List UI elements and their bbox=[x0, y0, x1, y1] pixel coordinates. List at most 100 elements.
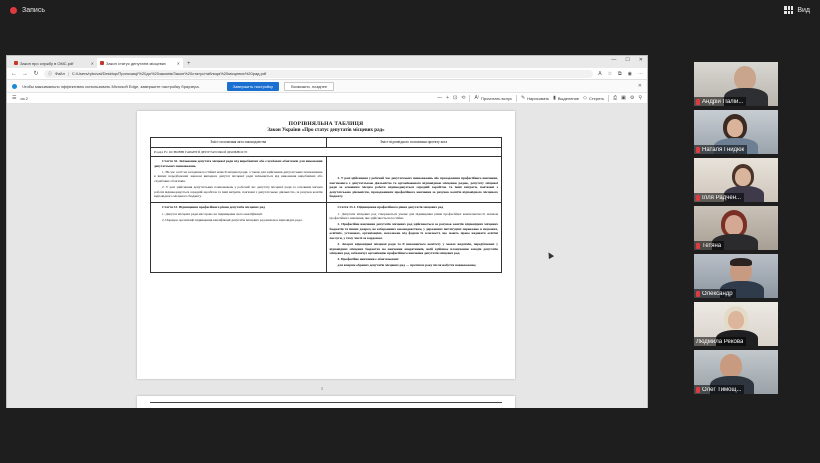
tab-title: Закон статус депутатів місцевих bbox=[106, 60, 166, 66]
table-row: Стаття 33. Підвищення професійного рівня… bbox=[150, 202, 502, 273]
article-heading: Стаття 33. Підвищення професійного рівня… bbox=[162, 205, 265, 210]
address-input[interactable]: ⓘ Файл | C:/Users/ryboval/Desktop/Пропоз… bbox=[44, 69, 594, 78]
participant-name-bar: Андрій Палій... bbox=[694, 97, 747, 106]
paragraph: 2. У разі здійснення у робочий час депут… bbox=[329, 175, 499, 199]
section-title: Розділ IV. ОСНОВНІ ГАРАНТІЇ ДЕПУТАТСЬКОЇ… bbox=[150, 146, 502, 158]
finish-setup-button[interactable]: Завершить настройку bbox=[226, 81, 280, 91]
print-icon[interactable]: ⎙ bbox=[613, 95, 617, 101]
meeting-window: Запись Вид Закон про службу в ОМС.pdf ✕ … bbox=[0, 0, 820, 463]
read-aloud-label: Прочитать вслух bbox=[481, 95, 512, 101]
paragraph: для вперше обраних депутатів місцевих ра… bbox=[337, 263, 477, 268]
participants-panel: Андрій Палій... Наталя Гнидюк Ілля Радче… bbox=[694, 62, 778, 398]
read-aloud-icon: A⁾ bbox=[474, 95, 480, 101]
close-tab-icon[interactable]: ✕ bbox=[91, 61, 94, 66]
url-text: C:/Users/ryboval/Desktop/Пропозиції%20до… bbox=[71, 71, 267, 76]
record-label: Запись bbox=[22, 7, 45, 14]
article-heading: Стаття 32. Звільнення депутата місцевої … bbox=[154, 159, 323, 168]
draw-button[interactable]: ✎ Нарисовать bbox=[521, 95, 549, 101]
paragraph: 3. Апарат відповідної місцевої ради та ї… bbox=[329, 242, 499, 256]
participant-name: Ілля Радчен... bbox=[702, 194, 742, 201]
read-aloud-button[interactable]: A⁾ Прочитать вслух bbox=[474, 95, 512, 101]
zoom-in-icon[interactable]: + bbox=[446, 95, 449, 101]
participant-tile[interactable]: Ілля Радчен... bbox=[694, 158, 778, 202]
comparison-table: Зміст положення акта законодавства Зміст… bbox=[150, 137, 502, 273]
settings-icon[interactable]: ⚙ bbox=[630, 95, 634, 101]
erase-button[interactable]: ◇ Стереть bbox=[583, 95, 604, 101]
setup-notification-bar: Чтобы максимально эффективно использоват… bbox=[7, 80, 647, 93]
rotate-icon[interactable]: ⟲ bbox=[461, 95, 465, 101]
participant-tile[interactable]: Людмила Рекова bbox=[694, 302, 778, 346]
browser-tab-active[interactable]: Закон статус депутатів місцевих ✕ bbox=[97, 58, 183, 68]
participant-tile[interactable]: Олег Тимощ... bbox=[694, 350, 778, 394]
participant-name-bar: Тетяна bbox=[694, 241, 725, 250]
participant-tile[interactable]: Андрій Палій... bbox=[694, 62, 778, 106]
participant-name-bar: Наталя Гнидюк bbox=[694, 145, 748, 154]
paragraph: 1. Депутати місцевих рад створюються умо… bbox=[329, 211, 499, 221]
back-icon[interactable]: ← bbox=[11, 71, 17, 77]
highlight-button[interactable]: ▮ Выделение bbox=[553, 95, 579, 101]
participant-name-bar: Олег Тимощ... bbox=[694, 385, 745, 394]
edge-icon bbox=[12, 83, 17, 89]
mic-muted-icon bbox=[696, 98, 700, 105]
maximize-icon[interactable]: ☐ bbox=[625, 57, 629, 63]
later-button[interactable]: Возможно, позднее bbox=[284, 81, 335, 91]
pin-icon[interactable]: ⚲ bbox=[638, 95, 642, 101]
participant-tile-active-speaker[interactable]: Наталя Гнидюк bbox=[694, 110, 778, 154]
fit-page-icon[interactable]: ⊡ bbox=[453, 95, 457, 101]
table-row: Стаття 32. Звільнення депутата місцевої … bbox=[150, 156, 502, 204]
paragraph: 1. На час сесії чи засідання постійної к… bbox=[154, 169, 323, 184]
favorite-icon[interactable]: ☆ bbox=[608, 71, 612, 77]
participant-name-bar: Людмила Рекова bbox=[694, 337, 747, 346]
forward-icon[interactable]: → bbox=[22, 71, 28, 77]
shared-screen-browser: Закон про службу в ОМС.pdf ✕ Закон стату… bbox=[6, 55, 648, 408]
more-icon[interactable]: ⋯ bbox=[638, 71, 643, 77]
contents-icon[interactable]: ☰ bbox=[12, 95, 16, 101]
participant-name-bar: Ілля Радчен... bbox=[694, 193, 745, 202]
pdf-icon bbox=[100, 61, 104, 65]
close-notification-icon[interactable]: ✕ bbox=[638, 83, 642, 89]
zoom-out-icon[interactable]: — bbox=[437, 95, 442, 101]
browser-tab-strip: Закон про службу в ОМС.pdf ✕ Закон стату… bbox=[7, 56, 647, 68]
recording-indicator[interactable]: Запись bbox=[10, 7, 45, 14]
refresh-icon[interactable]: ↻ bbox=[33, 70, 39, 77]
highlight-icon: ▮ bbox=[553, 95, 556, 101]
profile-icon[interactable]: ◉ bbox=[628, 71, 632, 77]
mic-muted-icon bbox=[696, 194, 700, 201]
mouse-cursor bbox=[545, 250, 555, 260]
draw-icon: ✎ bbox=[520, 95, 526, 101]
close-tab-icon[interactable]: ✕ bbox=[177, 61, 180, 66]
paragraph: 2. Порядок організації підвищення кваліф… bbox=[162, 217, 303, 222]
participant-name: Тетяна bbox=[702, 242, 722, 249]
save-icon[interactable]: ▣ bbox=[621, 95, 626, 101]
address-bar-row: ← → ↻ ⓘ Файл | C:/Users/ryboval/Desktop/… bbox=[7, 68, 647, 80]
pdf-toolbar: ☰ из 2 — + ⊡ ⟲ A⁾ Прочитать вслух ✎ Нарисо… bbox=[7, 93, 647, 104]
pdf-page: ПОРІВНЯЛЬНА ТАБЛИЦЯ Закон України «Про с… bbox=[137, 111, 515, 379]
highlight-label: Выделение bbox=[557, 95, 580, 101]
paragraph: 1. Депутат місцевої ради має право на пі… bbox=[162, 211, 263, 216]
participant-tile[interactable]: Тетяна bbox=[694, 206, 778, 250]
document-subtitle: Закон України «Про статус депутатів місц… bbox=[267, 128, 385, 133]
view-switch-button[interactable]: Вид bbox=[784, 6, 810, 14]
new-tab-icon[interactable]: + bbox=[183, 61, 195, 68]
paragraph: 2. У разі здійснення депутатських повнов… bbox=[154, 185, 323, 199]
paragraph: 2. Професійне навчання депутатів місцеви… bbox=[329, 222, 499, 240]
collections-icon[interactable]: ⧉ bbox=[618, 71, 622, 77]
mic-muted-icon bbox=[696, 146, 700, 153]
page-indicator: из 2 bbox=[20, 95, 28, 101]
participant-tile[interactable]: Олександр bbox=[694, 254, 778, 298]
pdf-icon bbox=[14, 61, 18, 65]
table-cell: Стаття 33-1. Підвищення професійного рів… bbox=[325, 202, 502, 273]
close-window-icon[interactable]: ✕ bbox=[639, 57, 643, 63]
browser-tab[interactable]: Закон про службу в ОМС.pdf ✕ bbox=[11, 58, 97, 68]
table-header-row: Зміст положення акта законодавства Зміст… bbox=[150, 137, 502, 148]
column-header-right: Зміст відповідного положення проекту акт… bbox=[325, 137, 502, 148]
url-separator: | bbox=[67, 71, 69, 76]
participant-name: Олег Тимощ... bbox=[702, 386, 742, 393]
pdf-page-2 bbox=[137, 396, 515, 408]
minimize-icon[interactable]: — bbox=[611, 57, 616, 63]
section-row: Розділ IV. ОСНОВНІ ГАРАНТІЇ ДЕПУТАТСЬКОЇ… bbox=[150, 146, 502, 158]
pdf-viewer[interactable]: ПОРІВНЯЛЬНА ТАБЛИЦЯ Закон України «Про с… bbox=[7, 104, 647, 408]
grid-view-icon bbox=[784, 6, 794, 14]
read-mode-icon[interactable]: A bbox=[598, 71, 601, 77]
participant-name-bar: Олександр bbox=[694, 289, 736, 298]
